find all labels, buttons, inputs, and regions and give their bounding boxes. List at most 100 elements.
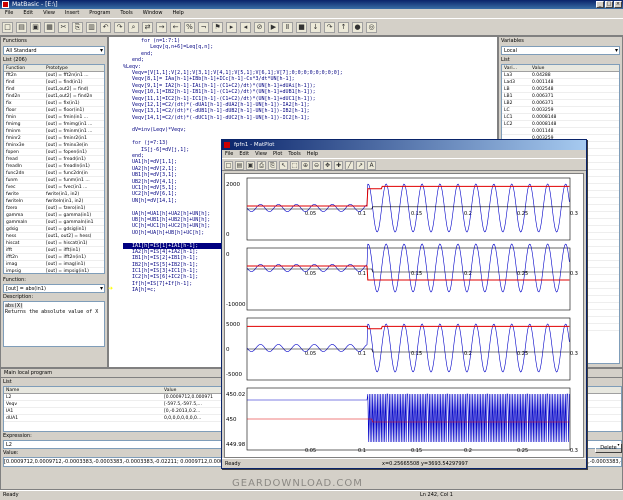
plot-new-icon[interactable]: □ (224, 161, 233, 170)
function-list-item[interactable]: gdsig [out] = gdsig(in1) (4, 226, 104, 233)
plot-menu-help[interactable]: Help (304, 150, 321, 158)
function-list-item[interactable]: fwriteln fwriteln(in1, in2) (4, 198, 104, 205)
column-variable[interactable]: Vari... (502, 65, 532, 71)
function-list-item[interactable]: fft2n [out] = fft2n(in1 ... (4, 72, 104, 79)
function-list-item[interactable]: impsig [out] = impsig(in1) (4, 268, 104, 273)
replace-icon[interactable]: ⇄ (142, 22, 153, 33)
plot-pointer-icon[interactable]: ↖ (279, 161, 288, 170)
menu-edit[interactable]: Edit (18, 9, 38, 18)
plot-save-icon[interactable]: ▣ (246, 161, 255, 170)
plot-menu-file[interactable]: File (222, 150, 236, 158)
function-list-item[interactable]: fvec [out] = fvec(in1 ... (4, 184, 104, 191)
variable-list-item[interactable]: La3 0.04288 (502, 72, 619, 79)
plot-menu-edit[interactable]: Edit (236, 150, 252, 158)
prev-bookmark-icon[interactable]: ◂ (240, 22, 251, 33)
variable-list-item[interactable]: LB2 0.006371 (502, 100, 619, 107)
menu-view[interactable]: View (38, 9, 60, 18)
column-prototype[interactable]: Prototype (46, 65, 98, 71)
function-list-item[interactable]: fix [out] = fix(in1) (4, 100, 104, 107)
stop-icon[interactable]: ■ (296, 22, 307, 33)
function-list-item[interactable]: imag [out] = imag(in1) (4, 261, 104, 268)
function-list-item[interactable]: hess [out1, out2] = hess( (4, 233, 104, 240)
variable-list-item[interactable]: 0.001148 (502, 128, 619, 135)
plot-menu-plot[interactable]: Plot (270, 150, 285, 158)
variable-list-item[interactable]: LC1 0.0008148 (502, 114, 619, 121)
plot-menu-view[interactable]: View (252, 150, 270, 158)
plot-select-icon[interactable]: ⬚ (290, 161, 299, 170)
indent-icon[interactable]: → (156, 22, 167, 33)
menu-insert[interactable]: Insert (60, 9, 84, 18)
cut-icon[interactable]: ✂ (58, 22, 69, 33)
column-value[interactable]: Value (532, 65, 584, 71)
plot-pan-icon[interactable]: ✥ (323, 161, 332, 170)
save-icon[interactable]: ▣ (30, 22, 41, 33)
variable-list-item[interactable]: LB 0.002548 (502, 86, 619, 93)
bookmark-icon[interactable]: ⚑ (212, 22, 223, 33)
function-list-item[interactable]: find2n [out1,out2] = find2n (4, 93, 104, 100)
run-icon[interactable]: ▶ (268, 22, 279, 33)
function-list-item[interactable]: fopen [out] = fopen(in1) (4, 149, 104, 156)
column-function[interactable]: Function (4, 65, 46, 71)
watch-icon[interactable]: ◎ (366, 22, 377, 33)
redo-icon[interactable]: ↷ (114, 22, 125, 33)
menu-tools[interactable]: Tools (115, 9, 137, 18)
function-list-item[interactable]: floor [out] = floor(in1) (4, 107, 104, 114)
pause-icon[interactable]: Ⅱ (282, 22, 293, 33)
plot-zoom-in-icon[interactable]: ⊕ (301, 161, 310, 170)
function-list-item[interactable]: freadln [out] = freadln(in1) (4, 163, 104, 170)
plot-menu-tools[interactable]: Tools (285, 150, 303, 158)
menu-window[interactable]: Window (138, 9, 168, 18)
outdent-icon[interactable]: ← (170, 22, 181, 33)
variable-list-item[interactable]: Lad3 0.001148 (502, 79, 619, 86)
function-list-item[interactable]: hiscat [out] = hiscat(in1) (4, 240, 104, 247)
function-list-item[interactable]: fwrite fwrite(in1, in2) (4, 191, 104, 198)
column-name[interactable]: Name (4, 387, 164, 393)
function-list-item[interactable]: find [out] = find(in1) (4, 79, 104, 86)
menu-program[interactable]: Program (84, 9, 115, 18)
plot-arrow-icon[interactable]: ↗ (356, 161, 365, 170)
maximize-button[interactable]: □ (605, 1, 613, 8)
comment-icon[interactable]: % (184, 22, 195, 33)
plot-canvas[interactable]: 2000 0 0.05 0.1 0.15 0.2 0.25 0.3 0 -10000 0.05 0.1… (224, 173, 584, 458)
next-bookmark-icon[interactable]: ▸ (226, 22, 237, 33)
plot-text-icon[interactable]: A (367, 161, 376, 170)
function-list-item[interactable]: fmin [out] = fmin(in1 ... (4, 114, 104, 121)
menu-file[interactable]: File (0, 9, 18, 18)
plot-copy-icon[interactable]: ⎘ (268, 161, 277, 170)
new-icon[interactable]: □ (2, 22, 13, 33)
uncomment-icon[interactable]: ¬ (198, 22, 209, 33)
breakpoint-icon[interactable]: ● (352, 22, 363, 33)
function-list-item[interactable]: funm [out] = funm(in1 ... (4, 177, 104, 184)
variable-list-item[interactable]: LC 0.003259 (502, 107, 619, 114)
variable-list-item[interactable]: LB1 0.006371 (502, 93, 619, 100)
function-list-item[interactable]: func2dn [out] = func2dn(in (4, 170, 104, 177)
plot-data-cursor-icon[interactable]: ✚ (334, 161, 343, 170)
menu-help[interactable]: Help (167, 9, 188, 18)
step-into-icon[interactable]: ↓ (310, 22, 321, 33)
plot-zoom-out-icon[interactable]: ⊖ (312, 161, 321, 170)
plot-print-icon[interactable]: ⎙ (257, 161, 266, 170)
function-list-item[interactable]: fminm [out] = fminm(in1 ... (4, 128, 104, 135)
function-field[interactable]: [out] = abs(in1) (3, 284, 105, 293)
save-all-icon[interactable]: ▦ (44, 22, 55, 33)
function-list-item[interactable]: gamma [out] = gamma(in1) (4, 212, 104, 219)
close-button[interactable]: × (614, 1, 622, 8)
copy-icon[interactable]: ⎘ (72, 22, 83, 33)
minimize-button[interactable]: _ (596, 1, 604, 8)
function-list-item[interactable]: ifft2n [out] = ifft2n(in1) (4, 254, 104, 261)
plot-open-icon[interactable]: ▤ (235, 161, 244, 170)
step-out-icon[interactable]: ↑ (338, 22, 349, 33)
variable-list-item[interactable]: LC2 0.0008148 (502, 121, 619, 128)
paste-icon[interactable]: ▥ (86, 22, 97, 33)
functions-filter-select[interactable]: All Standard (3, 46, 105, 55)
function-list-item[interactable]: find [out1,out2] = find( (4, 86, 104, 93)
variables-filter-select[interactable]: Local (501, 46, 620, 55)
clear-bookmark-icon[interactable]: ⊘ (254, 22, 265, 33)
function-list-item[interactable]: fmimg [out] = fmimg(in1 ... (4, 121, 104, 128)
undo-icon[interactable]: ↶ (100, 22, 111, 33)
function-list-item[interactable]: fread [out] = fread(in1) (4, 156, 104, 163)
step-over-icon[interactable]: ↷ (324, 22, 335, 33)
function-list-item[interactable]: ifft [out] = ifft(in1) (4, 247, 104, 254)
open-icon[interactable]: ▤ (16, 22, 27, 33)
delete-button[interactable]: Delete (595, 443, 622, 453)
